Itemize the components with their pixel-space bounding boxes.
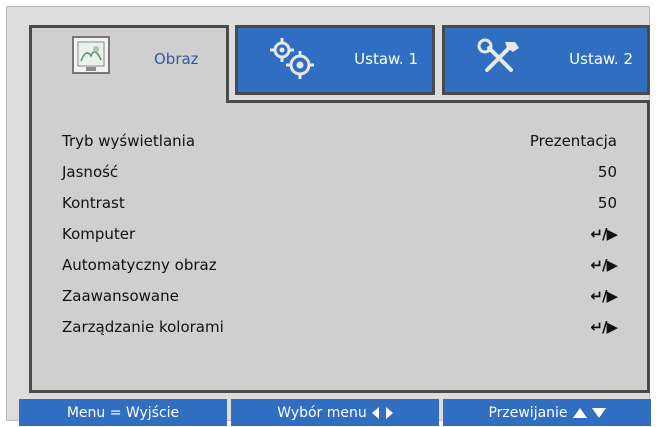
tab-ustaw-1[interactable]: Ustaw. 1 (235, 25, 435, 95)
gears-icon (268, 36, 318, 82)
menu-item-value: Prezentacja (529, 132, 617, 150)
footer-label: Menu = Wyjście (66, 404, 180, 421)
menu-scroll-hint[interactable]: Przewijanie (443, 399, 651, 426)
tab-label: Obraz (154, 50, 199, 68)
menu-item-kontrast[interactable]: Kontrast 50 (62, 191, 617, 215)
down-arrow-icon (591, 407, 606, 418)
menu-panel: Tryb wyświetlania Prezentacja Jasność 50… (29, 100, 650, 393)
left-arrow-icon (371, 406, 379, 419)
footer-label: Wybór menu (277, 404, 367, 421)
menu-item-label: Zaawansowane (62, 287, 179, 305)
tab-ustaw-2[interactable]: Ustaw. 2 (442, 25, 650, 95)
enter-submenu-icon: ↵/▶ (590, 225, 618, 243)
enter-submenu-icon: ↵/▶ (590, 256, 618, 274)
menu-item-label: Jasność (62, 163, 119, 181)
menu-item-komputer[interactable]: Komputer ↵/▶ (62, 222, 618, 246)
up-arrow-icon (572, 407, 587, 418)
menu-item-label: Automatyczny obraz (62, 256, 217, 274)
menu-item-label: Zarządzanie kolorami (62, 318, 224, 336)
menu-item-value: 50 (597, 194, 617, 212)
menu-item-label: Komputer (62, 225, 136, 243)
menu-item-automatyczny-obraz[interactable]: Automatyczny obraz ↵/▶ (62, 253, 618, 277)
enter-submenu-icon: ↵/▶ (590, 287, 618, 305)
menu-item-label: Tryb wyświetlania (62, 132, 196, 150)
tab-label: Ustaw. 1 (354, 50, 418, 68)
footer-bar: Menu = Wyjście Wybór menu Przewijanie (19, 399, 651, 426)
footer-label: Przewijanie (488, 404, 568, 421)
menu-item-zarzadzanie-kolorami[interactable]: Zarządzanie kolorami ↵/▶ (62, 315, 618, 339)
picture-icon (72, 36, 110, 74)
enter-submenu-icon: ↵/▶ (590, 318, 618, 336)
menu-item-tryb-wyswietlania[interactable]: Tryb wyświetlania Prezentacja (62, 129, 617, 153)
right-arrow-icon (385, 406, 393, 419)
menu-item-value: 50 (597, 163, 617, 181)
menu-item-label: Kontrast (62, 194, 125, 212)
menu-select-hint[interactable]: Wybór menu (231, 399, 439, 426)
tab-obraz[interactable]: Obraz (29, 25, 229, 103)
menu-item-jasnosc[interactable]: Jasność 50 (62, 160, 617, 184)
menu-exit-hint[interactable]: Menu = Wyjście (19, 399, 227, 426)
osd-menu-frame: Obraz Ustaw. 1 Ustaw. 2 Tryb wyświetlani… (6, 6, 651, 426)
menu-item-zaawansowane[interactable]: Zaawansowane ↵/▶ (62, 284, 618, 308)
tools-icon (475, 36, 525, 82)
tab-label: Ustaw. 2 (569, 50, 633, 68)
